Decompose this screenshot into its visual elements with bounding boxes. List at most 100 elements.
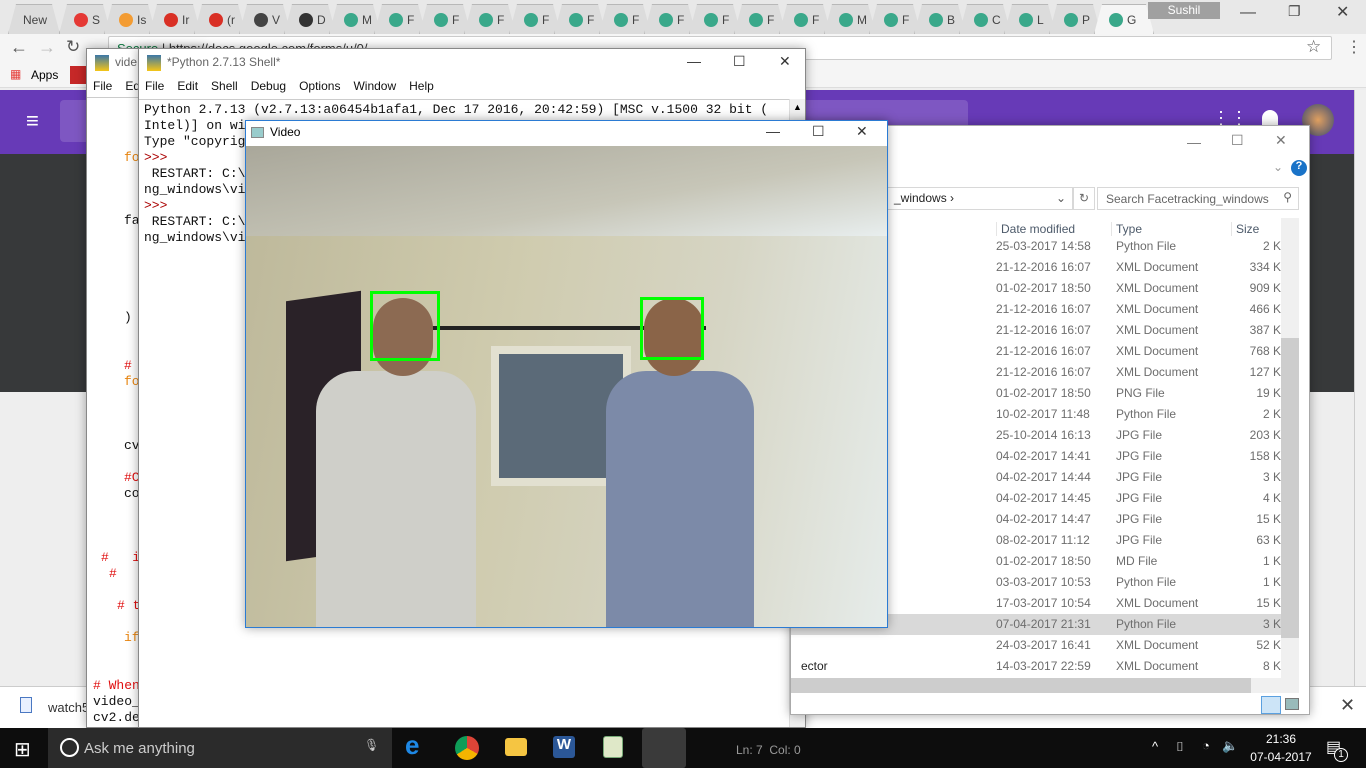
vertical-scrollbar[interactable] [1281,218,1299,678]
tab-title: C [992,13,1001,27]
browser-tab[interactable]: F [599,4,651,34]
menu-file[interactable]: File [93,79,112,93]
tab-favicon-icon [1109,13,1123,27]
search-icon: ⚲ [1283,190,1292,204]
file-type: XML Document [1116,596,1199,610]
file-type: XML Document [1116,281,1199,295]
browser-tab[interactable]: G [1094,4,1154,34]
minimize-button[interactable]: — [687,53,701,69]
file-row[interactable]: 24-03-2017 16:41 XML Document 52 K [791,635,1281,656]
word-icon[interactable]: W [553,736,575,758]
python-idle-icon[interactable] [642,728,686,768]
wifi-icon[interactable]: ◔ [1202,738,1210,753]
back-button[interactable]: ← [10,37,28,58]
edge-icon[interactable]: e [405,730,433,760]
browser-tab[interactable]: M [824,4,876,34]
browser-tab[interactable]: Ir [149,4,201,34]
browser-tab[interactable]: F [509,4,561,34]
browser-tab[interactable]: (r [194,4,246,34]
browser-tab[interactable]: F [644,4,696,34]
tab-title: F [632,13,640,27]
browser-tab[interactable]: D [284,4,336,34]
breadcrumb-folder[interactable]: _windows [894,191,947,205]
battery-icon[interactable]: ⌷ [1176,739,1184,755]
close-button[interactable]: ✕ [1336,2,1349,22]
microphone-icon[interactable]: 🎙 [364,738,379,752]
browser-tab[interactable]: F [869,4,921,34]
browser-tab[interactable]: F [374,4,426,34]
tab-title: G [1127,13,1137,27]
file-row[interactable]: ector 14-03-2017 22:59 XML Document 8 K [791,656,1281,677]
tray-expand-icon[interactable]: ^ [1152,739,1158,754]
browser-tab[interactable]: P [1049,4,1101,34]
close-button[interactable]: ✕ [779,53,791,70]
profile-badge[interactable]: Sushil [1148,2,1220,19]
download-item-name[interactable]: watch5 [48,700,89,715]
ribbon-expand-icon[interactable]: ⌄ [1273,160,1283,174]
search-input[interactable]: Search Facetracking_windows ⚲ [1097,187,1299,210]
apps-icon[interactable]: ▦ [10,67,21,81]
cortana-search[interactable]: Ask me anything 🎙 [48,728,392,768]
col-size[interactable]: Size [1231,222,1259,236]
tab-title: F [677,13,685,27]
file-explorer-icon[interactable] [505,738,527,756]
browser-tab[interactable]: F [689,4,741,34]
browser-tab[interactable]: F [464,4,516,34]
file-size: 909 K [1249,281,1281,295]
refresh-button[interactable]: ↻ [1073,187,1095,210]
col-type[interactable]: Type [1111,222,1142,236]
browser-tab[interactable]: F [419,4,471,34]
close-downloads-icon[interactable]: ✕ [1340,695,1355,716]
file-date: 01-02-2017 18:50 [996,554,1091,568]
horizontal-scrollbar[interactable] [791,678,1299,693]
browser-tab[interactable]: B [914,4,966,34]
browser-tab[interactable]: L [1004,4,1056,34]
browser-tab[interactable]: New [8,4,60,34]
menu-window[interactable]: Window [353,79,396,93]
clock-date[interactable]: 07-04-2017 [1248,750,1314,764]
restore-button[interactable]: ❐ [1288,3,1301,20]
browser-tab[interactable]: V [239,4,291,34]
maximize-button[interactable]: ☐ [733,53,746,70]
tab-title: F [587,13,595,27]
maximize-button[interactable]: ☐ [1231,132,1244,149]
bookmark-k-icon[interactable] [70,66,86,84]
browser-tab[interactable]: S [59,4,111,34]
menu-help[interactable]: Help [409,79,434,93]
menu-edit[interactable]: Edit [177,79,198,93]
close-button[interactable]: ✕ [1275,132,1287,149]
minimize-button[interactable]: — [1187,134,1201,150]
notepad-icon[interactable] [603,736,623,758]
hamburger-menu-icon[interactable]: ≡ [26,108,39,134]
clock-time[interactable]: 21:36 [1250,732,1312,746]
browser-tab[interactable]: F [554,4,606,34]
forward-button[interactable]: → [38,37,56,58]
close-button[interactable]: ✕ [856,123,868,140]
browser-tab[interactable]: C [959,4,1011,34]
minimize-button[interactable]: — [766,123,780,139]
file-size: 4 K [1262,491,1281,505]
browser-tab[interactable]: F [734,4,786,34]
large-icons-view-icon[interactable] [1285,698,1299,710]
help-icon[interactable]: ? [1291,160,1307,176]
col-date-modified[interactable]: Date modified [996,222,1075,236]
menu-options[interactable]: Options [299,79,340,93]
volume-icon[interactable]: 🔈 [1222,738,1238,754]
chrome-menu-icon[interactable]: ⋮ [1346,37,1362,57]
minimize-button[interactable]: — [1240,4,1256,22]
details-view-icon[interactable] [1261,696,1281,714]
browser-tab[interactable]: M [329,4,381,34]
browser-tab[interactable]: Is [104,4,156,34]
bookmark-star-icon[interactable]: ☆ [1306,37,1321,57]
maximize-button[interactable]: ☐ [812,123,825,140]
browser-tab[interactable]: F [779,4,831,34]
menu-shell[interactable]: Shell [211,79,238,93]
menu-file[interactable]: File [145,79,164,93]
chrome-icon[interactable] [455,736,479,760]
start-button[interactable]: ⊞ [14,737,31,762]
reload-button[interactable]: ↻ [66,37,80,57]
menu-debug[interactable]: Debug [251,79,286,93]
tab-favicon-icon [974,13,988,27]
page-scrollbar[interactable] [1354,90,1366,686]
bookmark-apps[interactable]: Apps [31,68,58,82]
